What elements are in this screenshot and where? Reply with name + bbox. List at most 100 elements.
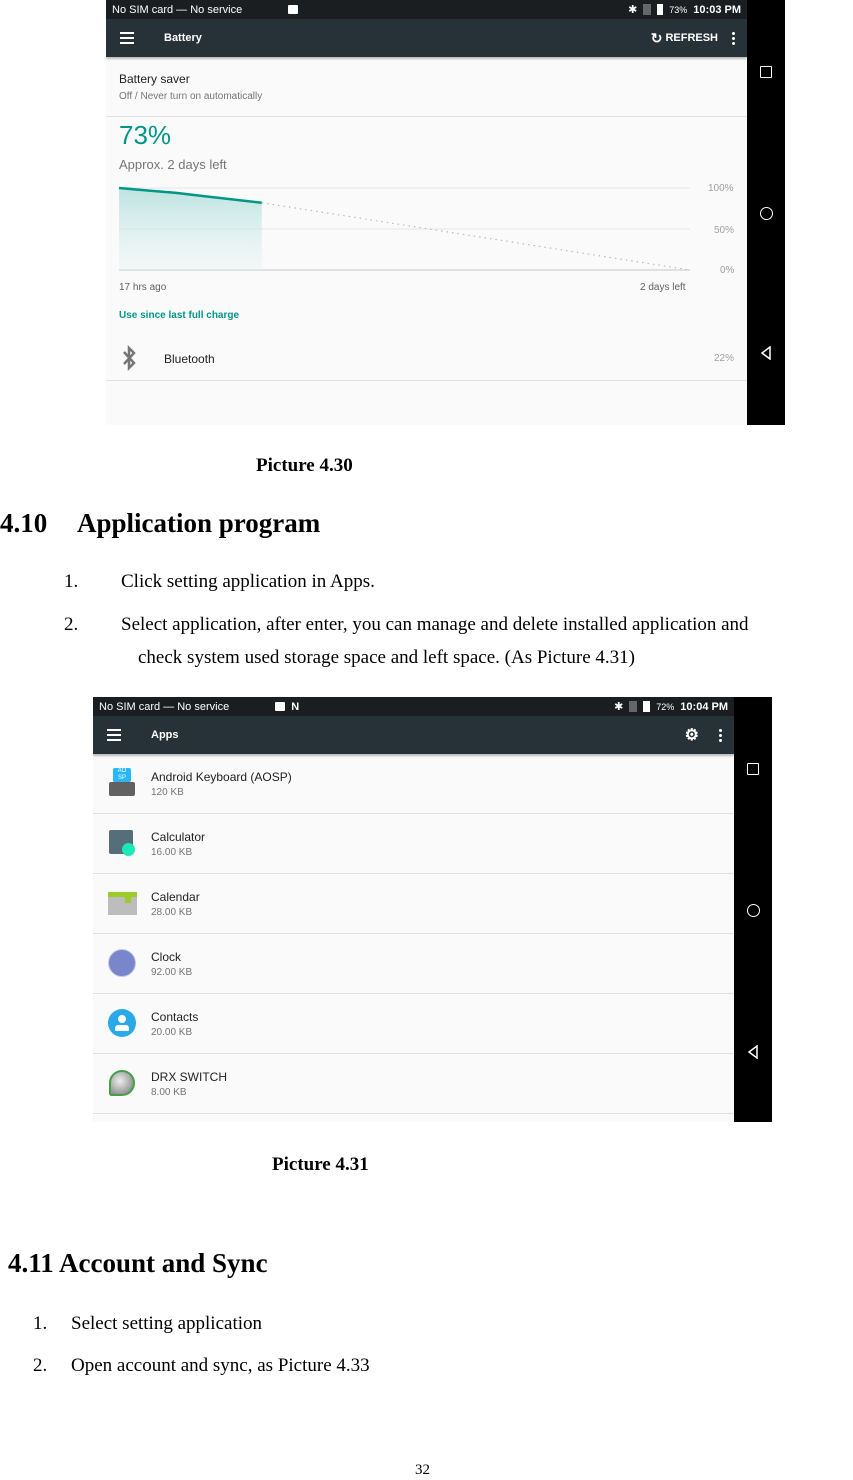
app-size: 92.00 KB: [151, 967, 193, 978]
no-sim-icon: [643, 4, 652, 15]
square-icon: [747, 763, 759, 775]
image-notification-icon: [288, 5, 299, 14]
app-name: Calculator: [151, 830, 206, 844]
app-name: Contacts: [151, 1010, 199, 1024]
app-size: 28.00 KB: [151, 907, 193, 918]
square-icon: [760, 66, 772, 78]
x-tick-start: 17 hrs ago: [119, 282, 167, 293]
usage-app-name: Bluetooth: [164, 352, 215, 366]
step-text: Select application, after enter, you can…: [121, 614, 749, 635]
use-since-header: Use since last full charge: [119, 310, 240, 321]
app-toolbar: Apps ⚙: [93, 716, 734, 754]
back-button[interactable]: [734, 1037, 772, 1067]
divider: [106, 116, 747, 117]
navigation-bar: [747, 0, 785, 425]
drx-switch-icon: [107, 1068, 137, 1098]
status-bar: No SIM card — No service ✱ 73% 10:03 PM: [106, 0, 747, 19]
calendar-icon: [107, 888, 137, 918]
apps-screen: No SIM card — No service N ✱ 72% 10:04 P…: [93, 697, 734, 1122]
step-text: Click setting application in Apps.: [121, 571, 375, 592]
hamburger-menu-icon[interactable]: [120, 32, 142, 44]
step-text: Open account and sync, as Picture 4.33: [71, 1355, 370, 1376]
section-number: 4.10: [0, 508, 48, 538]
battery-percent: 72%: [656, 701, 675, 712]
y-tick-50: 50%: [714, 225, 735, 236]
contacts-icon: [107, 1008, 137, 1038]
keyboard-icon: AO SP: [107, 768, 137, 798]
battery-icon: [657, 4, 664, 15]
hamburger-menu-icon[interactable]: [107, 729, 129, 741]
app-list-item[interactable]: AO SP Android Keyboard (AOSP) 120 KB: [93, 754, 734, 814]
app-size: 120 KB: [151, 787, 184, 798]
clock-time: 10:04 PM: [680, 700, 728, 713]
battery-screenshot: No SIM card — No service ✱ 73% 10:03 PM …: [106, 0, 785, 425]
section-heading: Application program: [77, 508, 321, 538]
navigation-bar: [734, 697, 772, 1122]
circle-icon: [759, 206, 773, 220]
battery-saver-subtitle: Off / Never turn on automatically: [119, 91, 263, 102]
battery-history-chart: [118, 186, 691, 271]
y-tick-0: 0%: [720, 265, 735, 276]
battery-saver-title: Battery saver: [119, 72, 190, 86]
settings-gear-icon[interactable]: ⚙: [685, 725, 699, 745]
calculator-icon: [107, 828, 137, 858]
figure-caption: Picture 4.30: [256, 455, 353, 476]
app-name: Android Keyboard (AOSP): [151, 770, 292, 784]
home-button[interactable]: [747, 198, 785, 228]
app-list-item[interactable]: Clock 92.00 KB: [93, 934, 734, 994]
step-text: Select setting application: [71, 1313, 263, 1334]
back-triangle-icon: [760, 346, 771, 360]
app-size: 16.00 KB: [151, 847, 193, 858]
battery-charging-icon: [643, 701, 651, 712]
battery-percent: 73%: [669, 4, 688, 15]
section-heading: 4.11 Account and Sync: [8, 1248, 268, 1278]
carrier-status: No SIM card — No service: [112, 3, 243, 16]
x-tick-end: 2 days left: [640, 282, 686, 293]
overflow-menu-icon[interactable]: [719, 728, 722, 742]
clock-time: 10:03 PM: [693, 3, 741, 16]
no-sim-icon: [629, 701, 638, 712]
step-number: 2.: [64, 614, 79, 635]
home-button[interactable]: [734, 895, 772, 925]
step-number: 1.: [33, 1313, 48, 1334]
refresh-button[interactable]: ↻ REFRESH: [651, 30, 718, 47]
battery-screen: No SIM card — No service ✱ 73% 10:03 PM …: [106, 0, 747, 425]
recents-button[interactable]: [734, 754, 772, 784]
carrier-status: No SIM card — No service: [99, 700, 230, 713]
app-toolbar: Battery ↻ REFRESH: [106, 19, 747, 57]
usage-percent: 22%: [714, 353, 735, 364]
bluetooth-icon: ✱: [628, 4, 638, 16]
app-name: Clock: [151, 950, 182, 964]
app-name: Calendar: [151, 890, 200, 904]
refresh-label: REFRESH: [665, 32, 718, 44]
y-tick-100: 100%: [708, 183, 734, 194]
overflow-menu-icon[interactable]: [732, 31, 735, 45]
app-list-item[interactable]: DRX SWITCH 8.00 KB: [93, 1054, 734, 1114]
clock-icon: [107, 948, 137, 978]
step-number: 1.: [64, 571, 79, 592]
battery-level: 73%: [119, 120, 172, 150]
bluetooth-icon: ✱: [614, 701, 624, 713]
app-size: 8.00 KB: [151, 1087, 187, 1098]
app-list-item[interactable]: Calculator 16.00 KB: [93, 814, 734, 874]
back-triangle-icon: [747, 1045, 758, 1059]
recents-button[interactable]: [747, 57, 785, 87]
app-name: DRX SWITCH: [151, 1070, 227, 1084]
circle-icon: [746, 903, 760, 917]
apps-screenshot: No SIM card — No service N ✱ 72% 10:04 P…: [93, 697, 772, 1122]
back-button[interactable]: [747, 338, 785, 368]
status-bar: No SIM card — No service N ✱ 72% 10:04 P…: [93, 697, 734, 716]
n-notification-icon: N: [291, 700, 300, 713]
app-size: 20.00 KB: [151, 1027, 193, 1038]
app-list-item[interactable]: Contacts 20.00 KB: [93, 994, 734, 1054]
refresh-icon: ↻: [650, 29, 663, 46]
time-remaining: Approx. 2 days left: [119, 157, 227, 172]
step-number: 2.: [33, 1355, 48, 1376]
divider: [106, 380, 747, 381]
app-list-item[interactable]: Calendar 28.00 KB: [93, 874, 734, 934]
page-number: 32: [415, 1462, 430, 1478]
figure-caption: Picture 4.31: [272, 1154, 369, 1175]
projection-line: [261, 202, 691, 271]
bluetooth-icon: [123, 345, 136, 371]
image-notification-icon: [275, 702, 286, 711]
